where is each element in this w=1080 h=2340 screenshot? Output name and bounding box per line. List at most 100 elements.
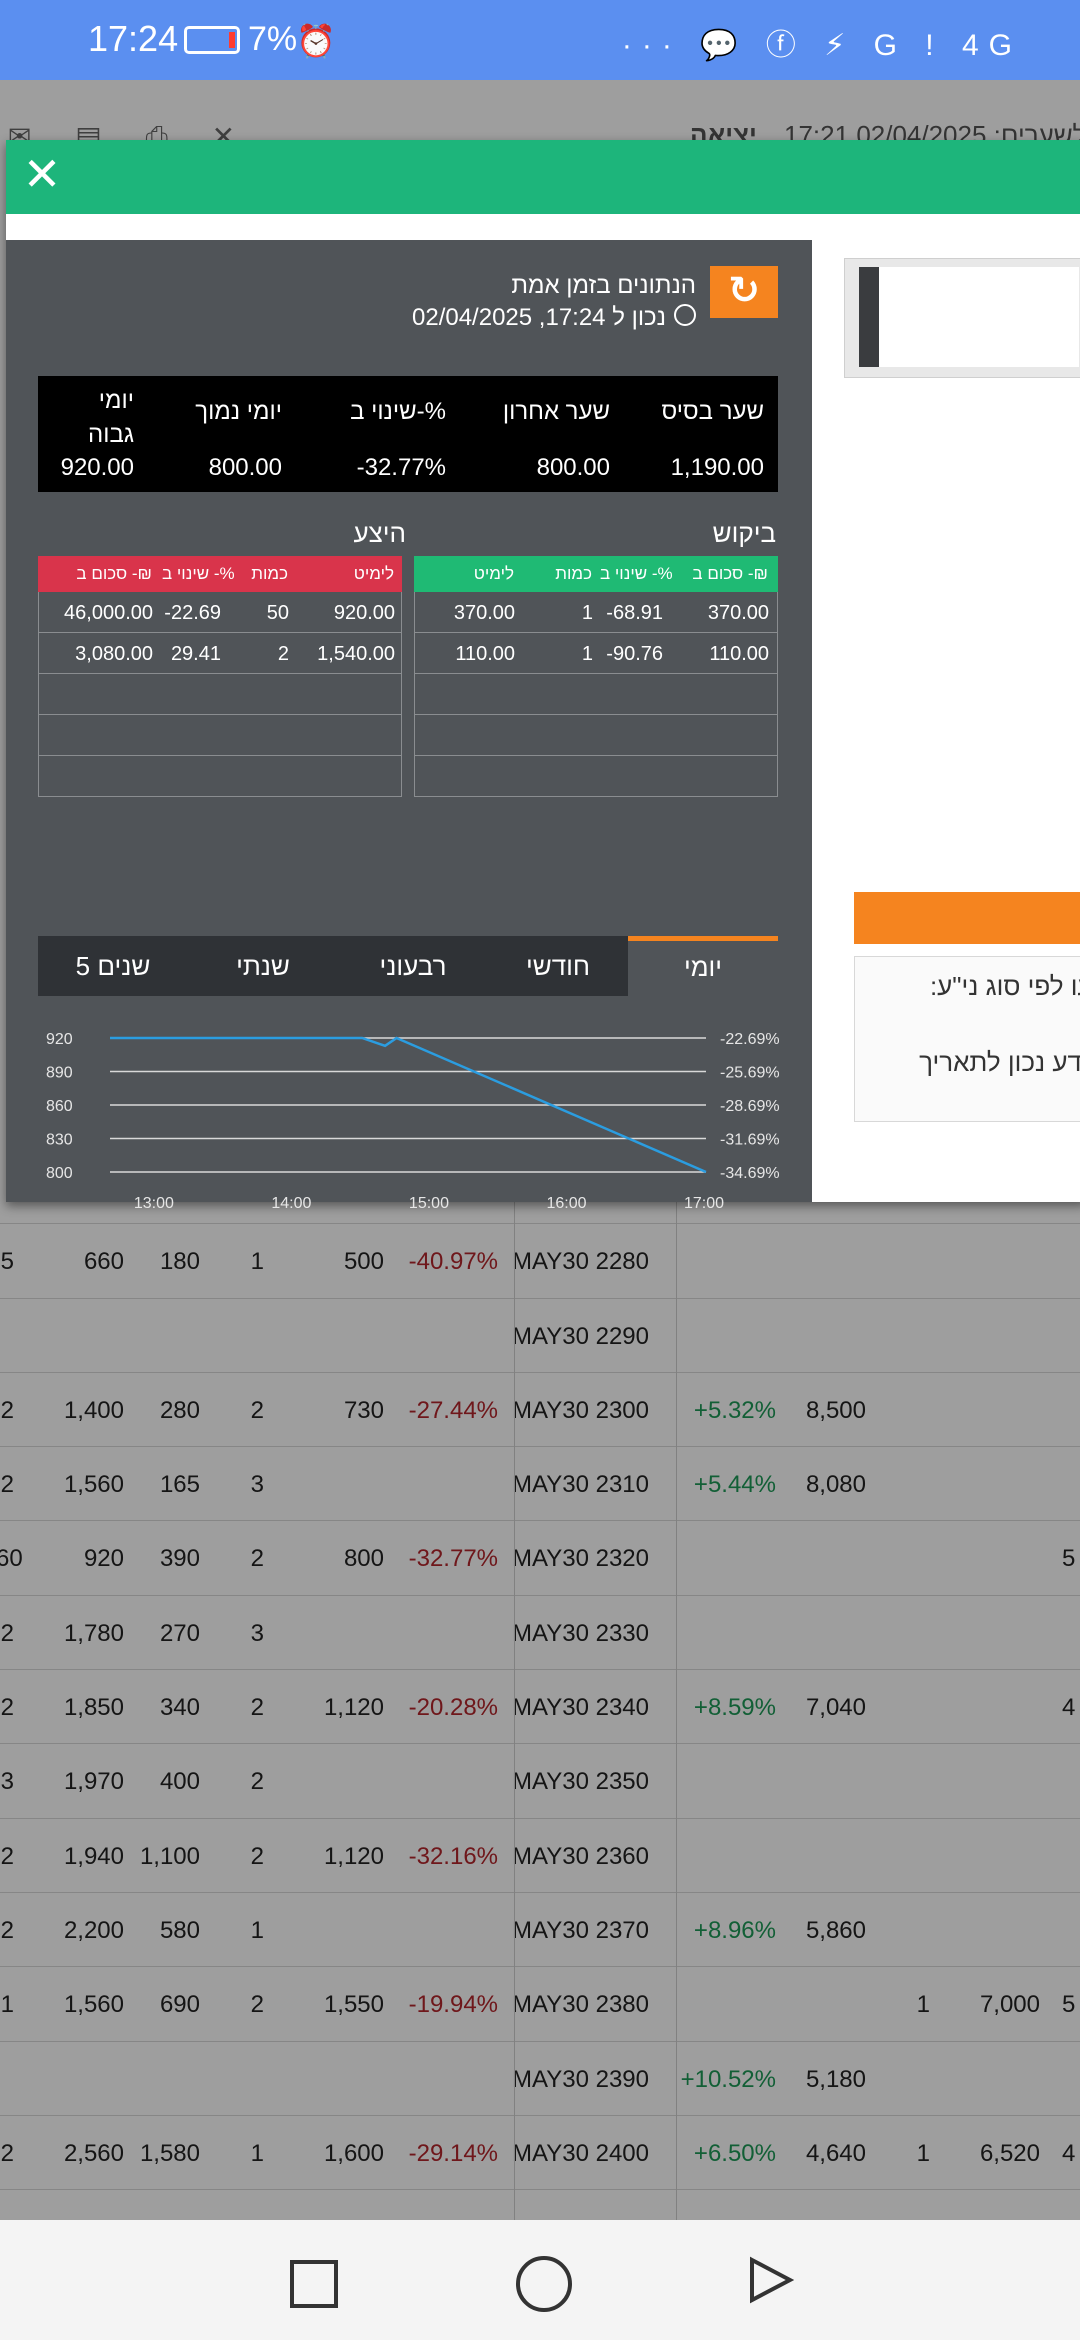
ask-table: לימיט כמות שינוי ב -% סכום ב -₪ 920.00 50 -22.… (38, 556, 402, 797)
ask-cell: 1,540.00 (317, 643, 395, 665)
bid-cell: 370.00 (707, 602, 769, 624)
close-icon[interactable]: ✕ (20, 151, 64, 197)
ask-cell: -22.69 (164, 602, 221, 624)
battery-icon (184, 26, 240, 54)
ask-header-cell: שינוי ב -% (162, 564, 235, 583)
recents-square-icon[interactable] (280, 2250, 340, 2310)
bid-header-cell: לימיט (473, 564, 514, 583)
status-bar: 17:24 7% ⏰ ··· 💬 ⓕ ⚡ G ! 4G (0, 0, 1080, 80)
y-tick-left: 800 (46, 1165, 73, 1182)
ask-row: 920.00 50 -22.69 46,000.00 (38, 592, 402, 633)
x-tick: 15:00 (409, 1195, 449, 1210)
stat-base-rate: שער בסיס 1,190.00 (624, 376, 764, 492)
y-tick-left: 890 (46, 1065, 73, 1082)
bid-row: 110.00 -90.76 1 110.00 (414, 633, 778, 674)
ask-header-row: לימיט כמות שינוי ב -% סכום ב -₪ (38, 556, 402, 592)
security-logo (859, 267, 1079, 367)
tab-5-years[interactable]: 5 שנים (38, 936, 188, 996)
stat-label: שינוי ב-% (350, 398, 446, 425)
stat-change-pct: שינוי ב-% -32.77% (296, 376, 446, 492)
home-circle-icon[interactable] (510, 2250, 572, 2312)
info-text-box: קבעו לפי סוג ני"ע: המידע נכון לתאריך (854, 956, 1080, 1122)
info-header-bar (854, 892, 1080, 944)
bid-cell: 110.00 (709, 643, 769, 665)
y-tick-right: -34.69% (720, 1165, 780, 1182)
ask-row: 1,540.00 2 29.41 3,080.00 (38, 633, 402, 674)
ask-header-cell: סכום ב -₪ (76, 564, 152, 583)
realtime-date: נכון ל 17:24, 02/04/2025 (412, 304, 666, 331)
y-tick-right: -31.69% (720, 1132, 780, 1149)
ask-row (38, 715, 402, 756)
battery-percent: 7% (248, 20, 298, 58)
stat-value: 800.00 (208, 454, 282, 481)
y-tick-left: 860 (46, 1098, 73, 1115)
stat-value: 800.00 (536, 454, 610, 481)
ask-header-cell: לימיט (353, 564, 394, 583)
security-logo-box (844, 258, 1080, 378)
stats-bar: שער בסיס 1,190.00 שער אחרון 800.00 שינוי… (38, 376, 778, 492)
x-tick: 16:00 (546, 1195, 586, 1210)
x-tick: 13:00 (134, 1195, 174, 1210)
status-time: 17:24 (88, 18, 179, 59)
back-triangle-icon[interactable] (740, 2250, 800, 2310)
modal-body: ↻ הנתונים בזמן אמת נכון ל 17:24, 02/04/2… (6, 226, 1080, 1210)
ask-cell: 50 (266, 602, 289, 624)
ask-cell: 2 (277, 643, 289, 665)
notification-icons: ··· 💬 ⓕ ⚡ G ! 4G (621, 29, 1022, 62)
tab-yearly[interactable]: שנתי (188, 936, 338, 996)
info-text-line: קבעו לפי סוג ני"ע: (929, 971, 1080, 1001)
tab-monthly[interactable]: חודשי (488, 936, 628, 996)
refresh-icon[interactable]: ↻ (710, 266, 778, 318)
bid-cell: -68.91 (606, 602, 663, 624)
stat-value: 920.00 (60, 454, 134, 481)
realtime-title: הנתונים בזמן אמת (511, 272, 696, 299)
ask-row (38, 756, 402, 797)
stat-value: -32.77% (356, 454, 446, 481)
clock-icon (674, 304, 696, 326)
period-tabs: יומי חודשי רבעוני שנתי 5 שנים (38, 936, 778, 996)
ask-title: היצע (353, 518, 406, 548)
ask-cell: 29.41 (170, 643, 221, 665)
bid-row (414, 756, 778, 797)
y-tick-left: 830 (46, 1132, 73, 1149)
stat-label: שער בסיס (661, 398, 764, 425)
bid-header-cell: כמות (555, 564, 592, 583)
price-chart: 920 -22.69% 890 -25.69% 860 -28.69% 830 -31.69%… (38, 1010, 798, 1210)
tab-quarterly[interactable]: רבעוני (338, 936, 488, 996)
ask-cell: 46,000.00 (64, 602, 153, 624)
bid-cell: 1 (581, 643, 593, 665)
bid-row (414, 715, 778, 756)
bid-cell: 370.00 (453, 602, 515, 624)
bid-title: ביקוש (712, 518, 776, 548)
x-tick: 14:00 (271, 1195, 311, 1210)
ask-row (38, 674, 402, 715)
stat-last-rate: שער אחרון 800.00 (458, 376, 610, 492)
bid-row (414, 674, 778, 715)
tab-daily[interactable]: יומי (628, 936, 778, 996)
y-tick-left: 920 (46, 1031, 73, 1048)
bid-header-cell: סכום ב -₪ (692, 564, 768, 583)
stat-daily-low: יומי נמוך 800.00 (148, 376, 282, 492)
alarm-icon: ⏰ (296, 23, 336, 59)
stat-label: יומי גבוה (88, 387, 134, 448)
system-nav-bar (0, 2220, 1080, 2340)
bid-header-row: סכום ב -₪ שינוי ב -% כמות לימיט (414, 556, 778, 592)
info-text-line: המידע נכון לתאריך (919, 1047, 1080, 1077)
bid-row: 370.00 -68.91 1 370.00 (414, 592, 778, 633)
modal-header: ✕ (6, 140, 1080, 214)
stat-value: 1,190.00 (670, 454, 764, 481)
stat-daily-high: יומי גבוה 920.00 (38, 376, 134, 492)
bid-cell: 110.00 (455, 643, 515, 665)
y-tick-right: -25.69% (720, 1065, 780, 1082)
quote-modal: ✕ ↻ הנתונים בזמן אמת נכון ל 17:24, 02/04… (6, 140, 1080, 1210)
bid-table: סכום ב -₪ שינוי ב -% כמות לימיט 370.00 -68.91… (414, 556, 778, 797)
quote-panel: ↻ הנתונים בזמן אמת נכון ל 17:24, 02/04/2… (6, 240, 812, 1210)
stat-label: שער אחרון (502, 398, 610, 425)
modal-header-stripe (6, 214, 1080, 226)
bid-header-cell: שינוי ב -% (600, 564, 673, 583)
ask-cell: 920.00 (333, 602, 395, 624)
price-chart-svg: 920 -22.69% 890 -25.69% 860 -28.69% 830 -31.69%… (46, 1031, 780, 1210)
stat-label: יומי נמוך (195, 398, 282, 425)
x-tick: 17:00 (684, 1195, 724, 1210)
bid-cell: 1 (581, 602, 593, 624)
